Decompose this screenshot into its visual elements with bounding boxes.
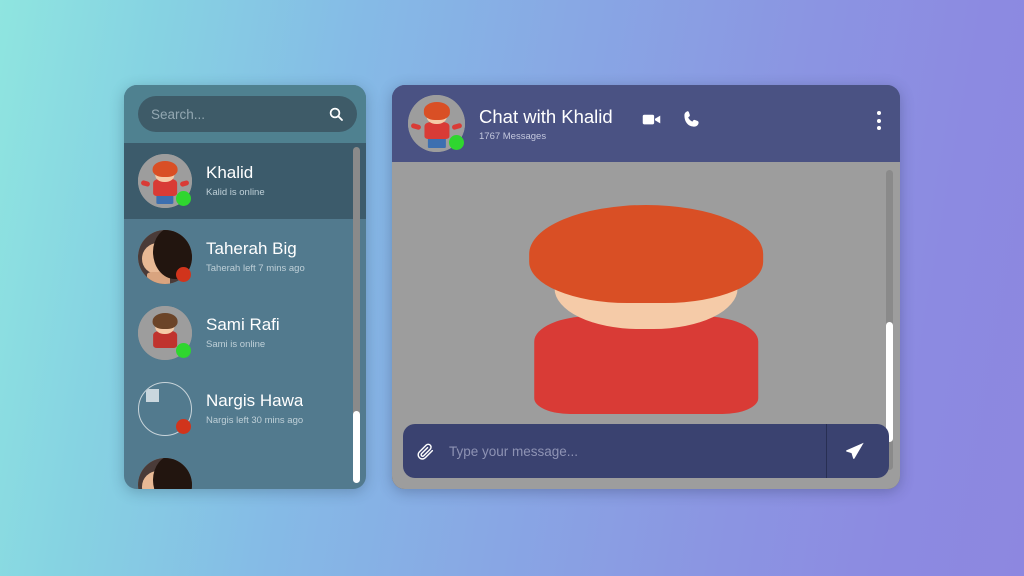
status-dot-online — [176, 343, 191, 358]
chat-header: Chat with Khalid 1767 Messages — [392, 85, 900, 162]
contact-row-khalid[interactable]: Khalid Kalid is online — [124, 143, 366, 219]
sidebar-header — [124, 85, 366, 143]
message-row: I am looking for your next templates — [392, 162, 900, 489]
message-count: 1767 Messages — [479, 130, 547, 142]
avatar — [138, 458, 192, 489]
send-button[interactable] — [827, 424, 883, 478]
avatar — [138, 230, 192, 284]
chat-scrollbar-thumb[interactable] — [886, 322, 893, 442]
avatar — [138, 306, 192, 360]
contact-text: Taherah Big Taherah left 7 mins ago — [206, 238, 305, 276]
status-dot-online — [176, 191, 191, 206]
avatar — [138, 154, 192, 208]
video-camera-icon[interactable] — [641, 109, 662, 130]
status-dot-offline — [176, 419, 191, 434]
contact-name: Nargis Hawa — [206, 391, 304, 410]
avatar — [138, 382, 192, 436]
contact-row-sami[interactable]: Sami Rafi Sami is online — [124, 295, 366, 371]
chat-header-avatar — [408, 95, 465, 152]
contacts-scrollbar-thumb[interactable] — [353, 411, 360, 483]
search-box[interactable] — [138, 96, 357, 132]
contact-status: Sami is online — [206, 339, 266, 350]
chat-scrollbar[interactable] — [886, 170, 893, 470]
message-input[interactable] — [449, 443, 826, 459]
avatar — [392, 162, 900, 489]
contact-text: Sami Rafi Sami is online — [206, 314, 280, 352]
contact-text: Nargis Hawa Nargis left 30 mins ago — [206, 390, 303, 428]
contact-status: Nargis left 30 mins ago — [206, 415, 304, 426]
status-dot-online — [449, 135, 464, 150]
paperclip-icon[interactable] — [417, 442, 435, 460]
contact-name: Taherah Big — [206, 239, 297, 258]
boy-red-avatar-art — [392, 162, 900, 489]
page-title: Chat with Khalid — [479, 105, 613, 127]
chat-title-block: Chat with Khalid 1767 Messages — [479, 106, 613, 142]
more-vertical-icon[interactable] — [877, 111, 881, 130]
status-dot-offline — [176, 267, 191, 282]
header-actions — [641, 109, 702, 130]
send-icon[interactable] — [844, 440, 866, 462]
contact-list[interactable]: Khalid Kalid is online Taherah Big Taher… — [124, 143, 366, 489]
contact-name: Sami Rafi — [206, 315, 280, 334]
contact-status: Taherah left 7 mins ago — [206, 263, 305, 274]
contact-status: Kalid is online — [206, 187, 265, 198]
contact-row-nargis[interactable]: Nargis Hawa Nargis left 30 mins ago — [124, 371, 366, 447]
search-input[interactable] — [151, 106, 328, 122]
contact-name: Khalid — [206, 163, 254, 182]
phone-icon[interactable] — [681, 109, 702, 130]
contact-row-partial[interactable] — [124, 447, 366, 489]
contacts-panel: Khalid Kalid is online Taherah Big — [124, 85, 366, 489]
contacts-scrollbar[interactable] — [353, 147, 360, 483]
contact-row-taherah[interactable]: Taherah Big Taherah left 7 mins ago — [124, 219, 366, 295]
chat-panel: Chat with Khalid 1767 Messages Type your… — [392, 85, 900, 489]
girl-photo-avatar-art — [138, 458, 192, 489]
broken-image-icon — [145, 389, 160, 402]
message-composer — [403, 424, 889, 478]
search-icon[interactable] — [328, 106, 344, 122]
contact-text: Khalid Kalid is online — [206, 162, 265, 200]
